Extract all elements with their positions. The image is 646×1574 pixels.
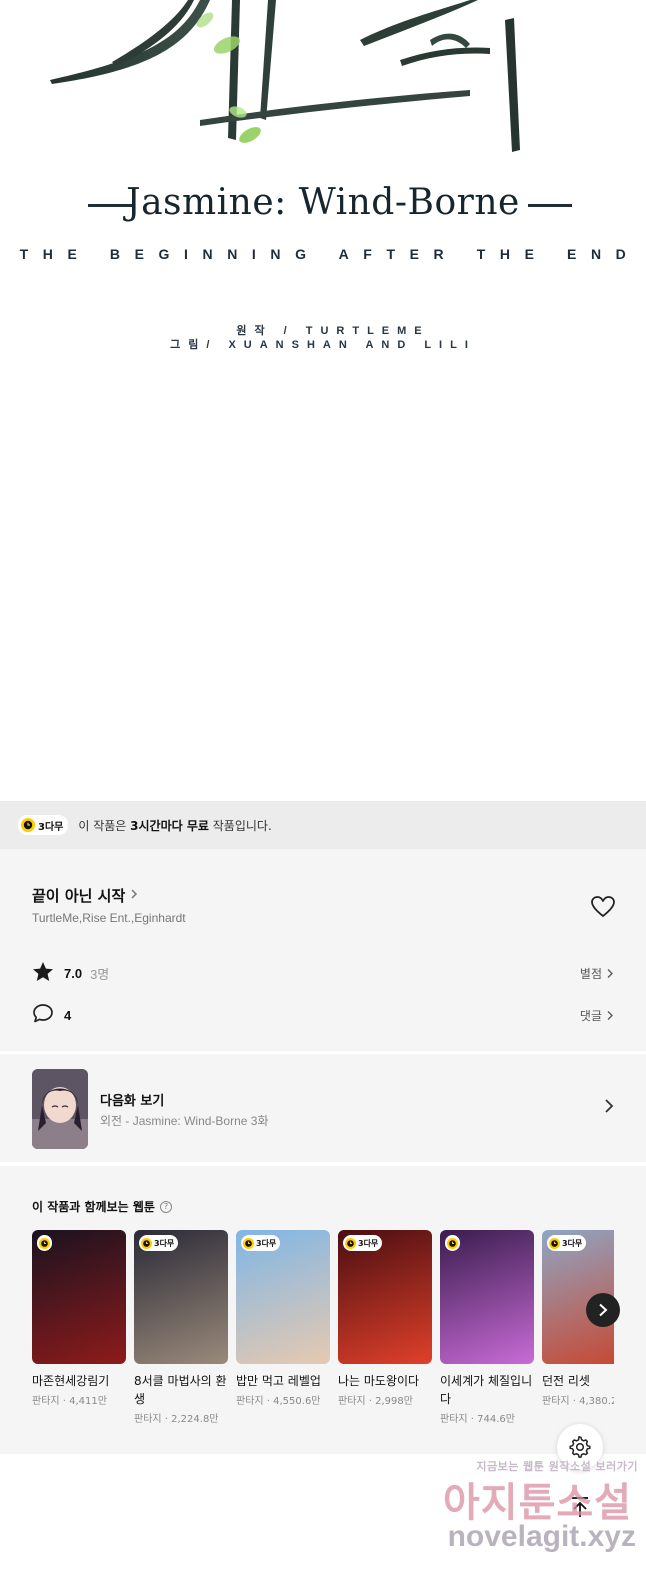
recommend-card-title: 이세계가 체질입니다 — [440, 1374, 533, 1406]
clock-icon — [549, 1237, 560, 1249]
settings-button[interactable] — [557, 1424, 603, 1470]
recommend-card-meta: 판타지 · 4,411만 — [32, 1396, 107, 1407]
free-banner: 3다무 이 작품은 3시간마다 무료 작품입니다. — [0, 801, 646, 849]
recommend-card[interactable]: 이세계가 체질입니다판타지 · 744.6만 — [440, 1230, 534, 1425]
recommend-card-meta: 판타지 · 2,998만 — [338, 1396, 413, 1407]
next-episode-link[interactable]: 다음화 보기 외전 - Jasmine: Wind-Borne 3화 — [0, 1052, 646, 1162]
arrow-up-icon — [572, 1497, 588, 1517]
divider — [528, 204, 572, 207]
badge-label: 3다무 — [256, 1238, 277, 1248]
clock-icon — [21, 818, 35, 832]
rating-value: 7.0 — [64, 965, 83, 981]
rating-count: 3명 — [90, 966, 110, 982]
heart-icon[interactable] — [590, 895, 616, 919]
comment-icon — [32, 1003, 54, 1028]
watermark-line3: novelagit.xyz — [447, 1520, 636, 1553]
recommend-card[interactable]: 3다무 8서클 마법사의 환생판타지 · 2,224.8만 — [134, 1230, 228, 1425]
wait-free-badge — [37, 1235, 52, 1251]
clock-icon — [39, 1237, 50, 1249]
rating-link-label: 별점 — [579, 966, 602, 981]
series-title: 끝이 아닌 시작 — [32, 887, 126, 905]
badge-label: 3다무 — [358, 1238, 379, 1248]
episode-image: Jasmine: Wind-Borne THE BEGINNING AFTER … — [0, 0, 646, 800]
star-icon — [32, 961, 54, 986]
next-episode-thumbnail — [32, 1069, 88, 1149]
next-episode-title: 다음화 보기 — [100, 1094, 165, 1109]
badge-label: 3다무 — [562, 1238, 583, 1248]
settings-icon — [569, 1436, 591, 1458]
wait-free-badge: 3다무 — [139, 1235, 179, 1251]
chevron-right-icon — [604, 1098, 614, 1119]
recommend-card-cover: 3다무 — [236, 1230, 330, 1364]
watermark-line2: 아지툰소설 — [443, 1480, 632, 1526]
clock-icon — [345, 1237, 356, 1249]
comment-count: 4 — [64, 1007, 72, 1023]
clock-icon — [243, 1237, 254, 1249]
recommend-card-cover — [32, 1230, 126, 1364]
recommend-card-meta: 판타지 · 744.6만 — [440, 1414, 515, 1425]
badge-label: 3다무 — [154, 1238, 175, 1248]
recommend-section: 이 작품과 함께보는 웹툰 ? 마존현세강림기판타지 · 4,411만 3다무 8서… — [0, 1164, 646, 1454]
series-authors: TurtleMe,Rise Ent.,Eginhardt — [32, 911, 186, 925]
carousel-next-button[interactable] — [586, 1293, 620, 1327]
cover-credit-art: 그림/ XUANSHAN AND LILI — [170, 339, 476, 351]
banner-text-suffix: 작품입니다. — [208, 818, 272, 833]
chevron-right-icon — [607, 968, 613, 978]
watermark-line1: 지금보는 웹툰 원작소설 보러가기 — [476, 1460, 638, 1473]
recommend-card[interactable]: 3다무밥만 먹고 레벨업판타지 · 4,550.6만 — [236, 1230, 330, 1407]
wait-free-badge: 3다무 — [547, 1235, 587, 1251]
clock-icon — [447, 1237, 458, 1249]
wait-free-badge: 3다무 — [343, 1235, 383, 1251]
banner-text: 이 작품은 3시간마다 무료 작품입니다. — [78, 817, 271, 834]
cover-subtitle-row: Jasmine: Wind-Borne — [0, 182, 646, 232]
recommend-card-title: 8서클 마법사의 환생 — [134, 1374, 227, 1406]
recommend-card-cover: 3다무 — [338, 1230, 432, 1364]
recommend-card-title: 밥만 먹고 레벨업 — [236, 1374, 321, 1388]
recommend-card-meta: 판타지 · 2,224.8만 — [134, 1414, 219, 1425]
help-icon[interactable]: ? — [159, 1200, 172, 1213]
recommend-card-title: 마존현세강림기 — [32, 1374, 110, 1388]
chevron-right-icon — [129, 888, 139, 904]
comment-link-label: 댓글 — [579, 1008, 602, 1023]
scroll-top-button[interactable] — [557, 1484, 603, 1530]
recommend-card[interactable]: 3다무나는 마도왕이다판타지 · 2,998만 — [338, 1230, 432, 1407]
recommend-card-meta: 판타지 · 4,550.6만 — [236, 1396, 321, 1407]
wait-free-badge — [445, 1235, 460, 1251]
badge-label: 3다무 — [38, 821, 64, 833]
recommend-carousel[interactable]: 마존현세강림기판타지 · 4,411만 3다무 8서클 마법사의 환생판타지 · 2… — [32, 1230, 614, 1440]
recommend-card[interactable]: 마존현세강림기판타지 · 4,411만 — [32, 1230, 126, 1407]
comment-row: 4 댓글 — [32, 1003, 614, 1027]
chevron-right-icon — [607, 1010, 613, 1020]
banner-text-bold: 3시간마다 무료 — [130, 818, 209, 833]
wait-free-badge: 3다무 — [241, 1235, 281, 1251]
clock-icon — [141, 1237, 152, 1249]
recommend-card-title: 던전 리셋 — [542, 1374, 590, 1388]
chevron-right-icon — [599, 1303, 608, 1317]
rating-row: 7.0 3명 별점 — [32, 961, 614, 985]
cover-subtitle: Jasmine: Wind-Borne — [126, 182, 520, 223]
recommend-card-meta: 판타지 · 4,380.2만 — [542, 1396, 614, 1407]
watermark: 지금보는 웹툰 원작소설 보러가기 아지툰소설 novelagit.xyz — [432, 1456, 638, 1566]
recommend-card-cover: 3다무 — [134, 1230, 228, 1364]
comment-link[interactable]: 댓글 — [580, 1007, 614, 1024]
cover-title-art — [50, 0, 520, 152]
recommend-card-cover — [440, 1230, 534, 1364]
banner-text-prefix: 이 작품은 — [78, 818, 131, 833]
recommend-heading-label: 이 작품과 함께보는 웹툰 — [32, 1200, 155, 1214]
rating-link[interactable]: 별점 — [580, 965, 614, 982]
series-info: 끝이 아닌 시작 TurtleMe,Rise Ent.,Eginhardt 7.… — [0, 849, 646, 1051]
next-episode-subtitle: 외전 - Jasmine: Wind-Borne 3화 — [100, 1114, 269, 1128]
recommend-card-title: 나는 마도왕이다 — [338, 1374, 420, 1388]
series-title-link[interactable]: 끝이 아닌 시작 — [32, 885, 139, 906]
recommend-heading: 이 작품과 함께보는 웹툰 ? — [32, 1198, 172, 1215]
wait-free-badge: 3다무 — [18, 815, 69, 835]
cover-series-title: THE BEGINNING AFTER THE END — [19, 246, 641, 262]
